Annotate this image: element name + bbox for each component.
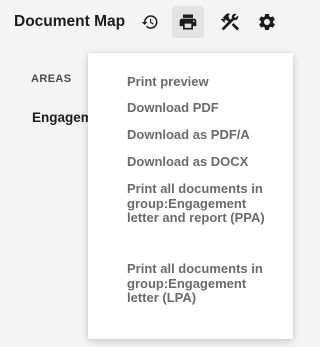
print-button[interactable] bbox=[172, 6, 204, 38]
download-docx-menu-item[interactable]: Download as DOCX bbox=[127, 154, 277, 170]
print-preview-menu-item[interactable]: Print preview bbox=[127, 74, 277, 90]
download-pdf-menu-item[interactable]: Download PDF bbox=[127, 100, 277, 116]
document-map-panel: Document Map AREAS Engagem Print preview… bbox=[0, 0, 297, 347]
print-group-lpa-menu-item[interactable]: Print all documents in group:Engagement … bbox=[127, 261, 277, 306]
print-icon bbox=[178, 12, 198, 32]
gear-icon bbox=[257, 12, 277, 32]
page-title: Document Map bbox=[14, 13, 126, 30]
history-button[interactable] bbox=[134, 6, 166, 38]
areas-section-label: AREAS bbox=[31, 73, 72, 85]
print-group-ppa-menu-item[interactable]: Print all documents in group:Engagement … bbox=[127, 181, 277, 226]
download-pdfa-menu-item[interactable]: Download as PDF/A bbox=[127, 127, 277, 143]
tools-button[interactable] bbox=[214, 6, 246, 38]
history-icon bbox=[141, 13, 159, 31]
settings-button[interactable] bbox=[251, 6, 283, 38]
print-dropdown-menu: Print preview Download PDF Download as P… bbox=[88, 53, 293, 339]
tools-icon bbox=[219, 11, 241, 33]
sidebar-item-engagement[interactable]: Engagem bbox=[32, 110, 93, 125]
